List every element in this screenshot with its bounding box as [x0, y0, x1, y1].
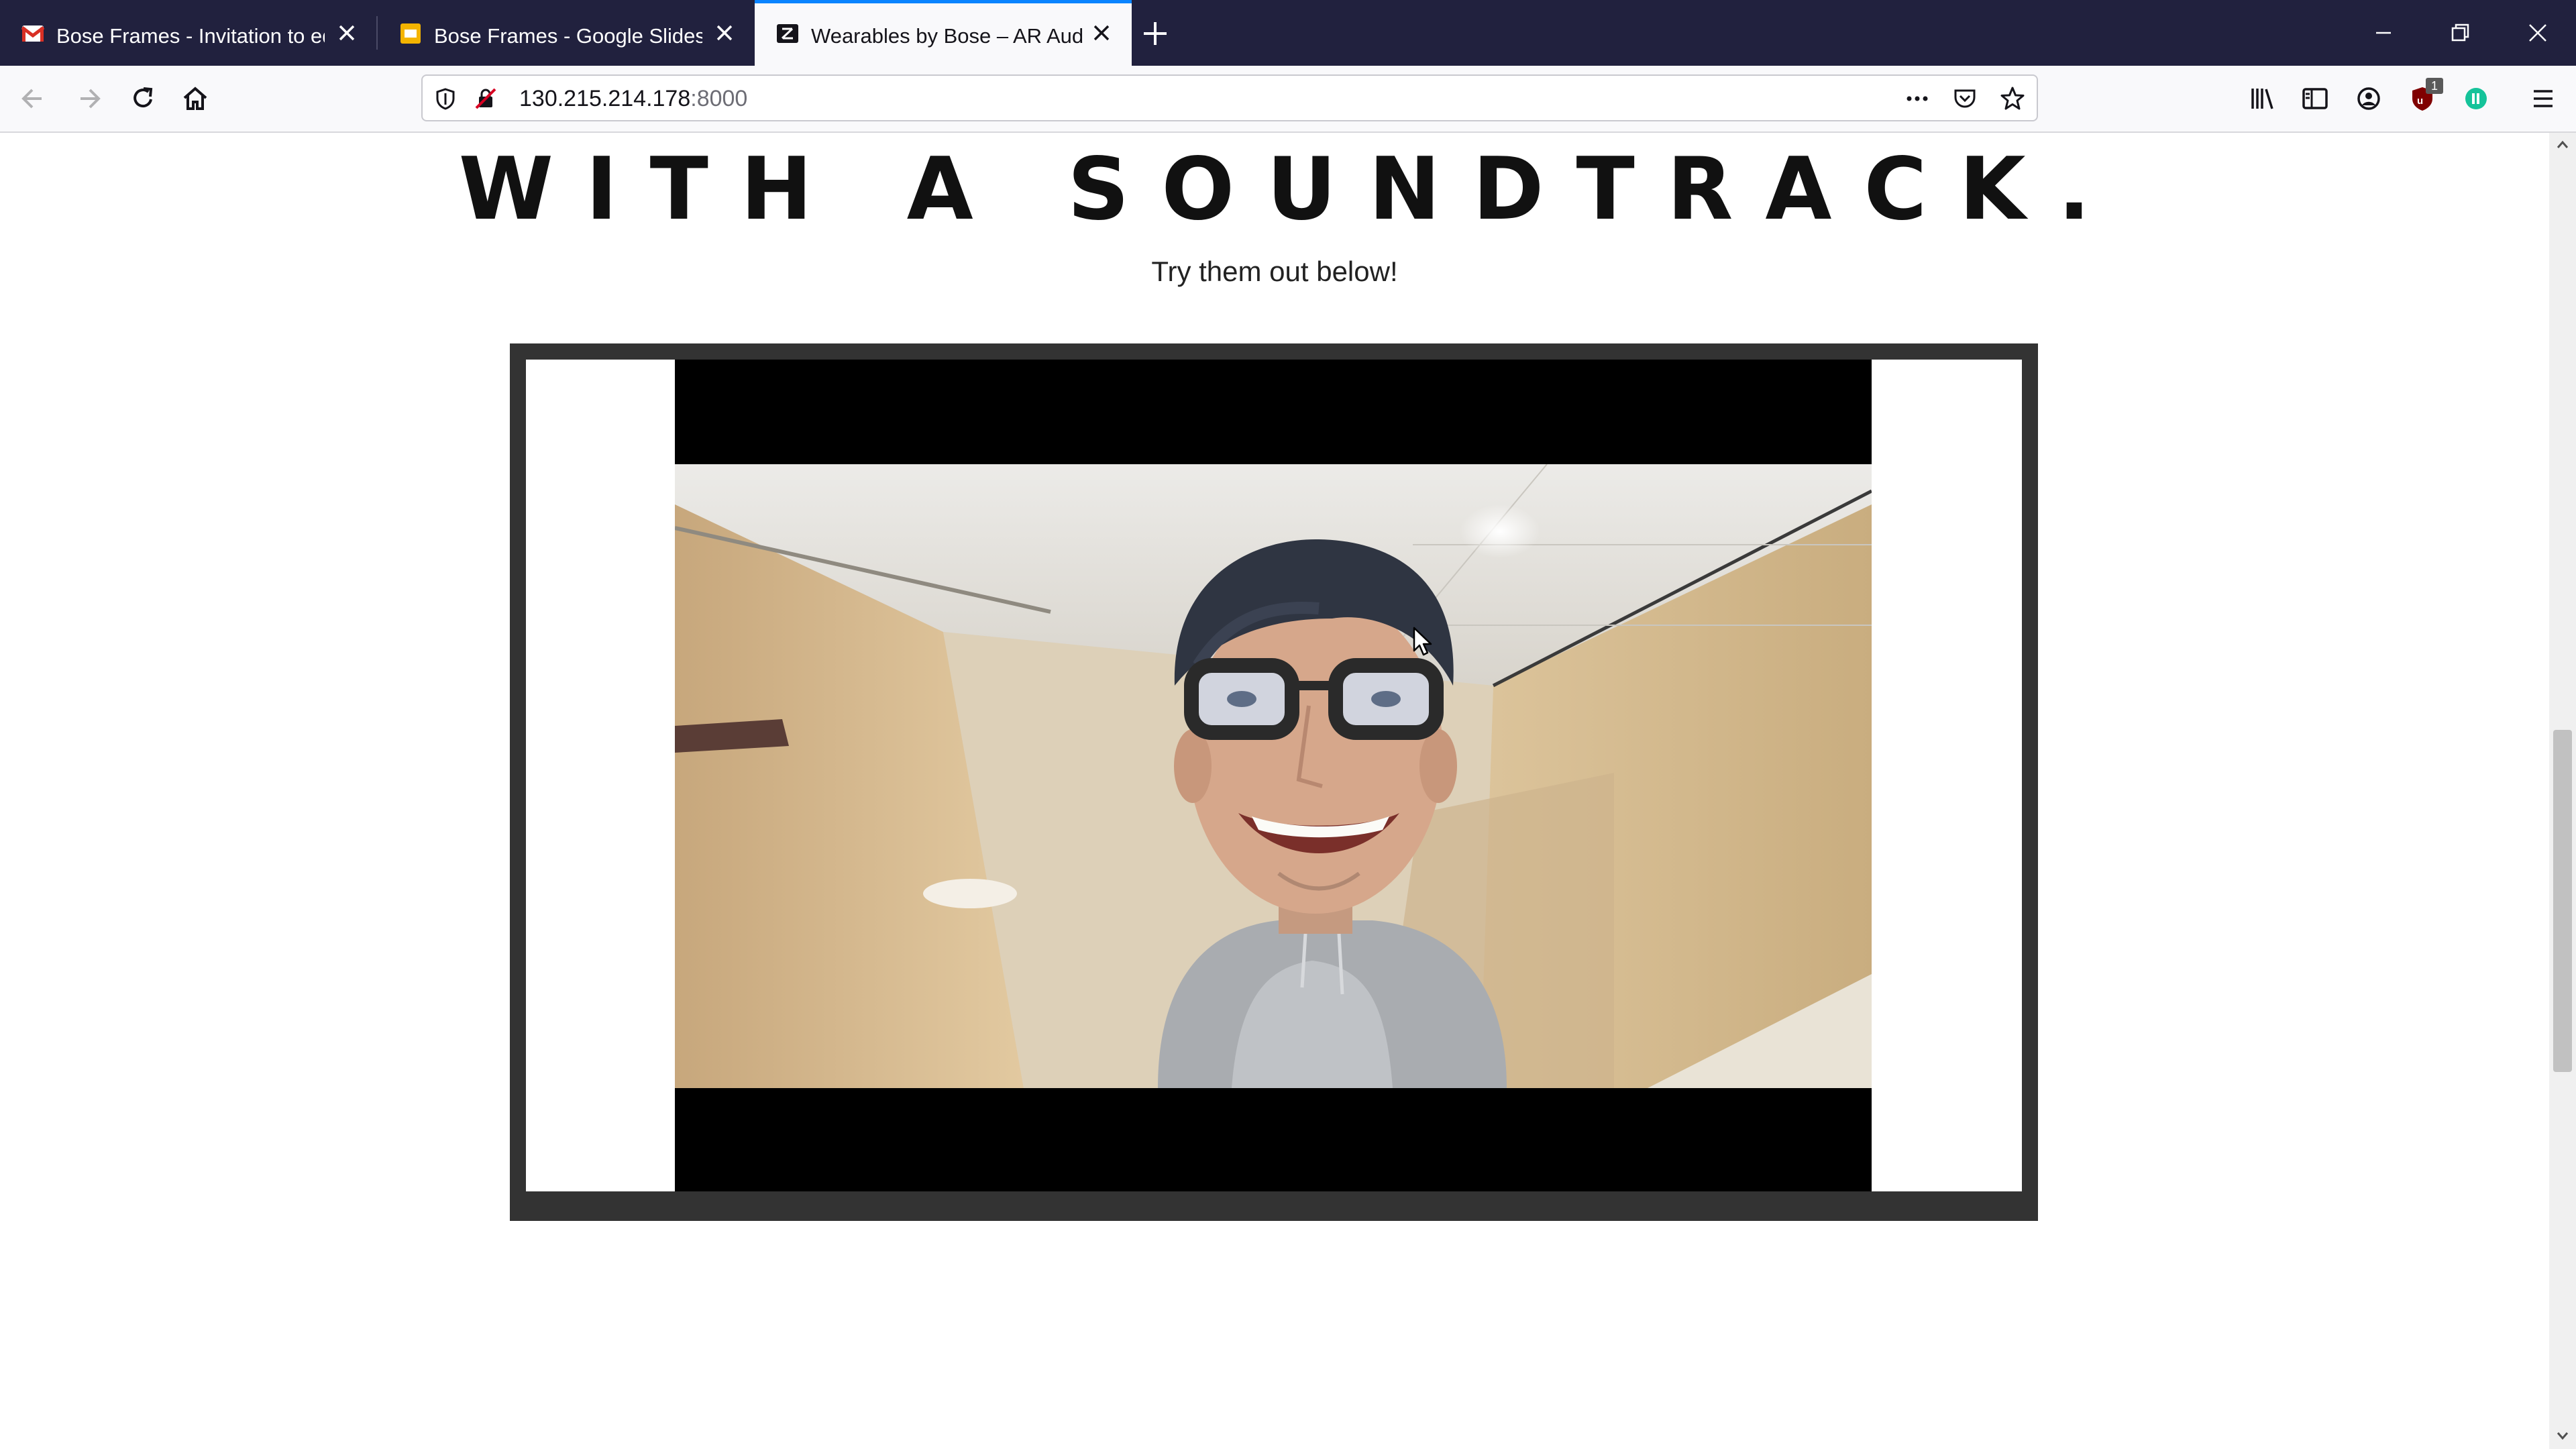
shield-icon[interactable] [433, 87, 458, 111]
account-icon[interactable] [2352, 82, 2385, 115]
close-icon[interactable] [1090, 21, 1113, 44]
tab-gmail[interactable]: Bose Frames - Invitation to edit [0, 0, 376, 66]
navigation-toolbar: 130.215.214.178:8000 u 1 [0, 66, 2576, 133]
tab-wearables-by-bose[interactable]: Wearables by Bose – AR Audio [755, 0, 1132, 66]
page-subtext: Try them out below! [1151, 256, 1398, 287]
extension-badge: 1 [2426, 78, 2443, 94]
svg-text:u: u [2417, 95, 2423, 107]
grammarly-icon[interactable] [2459, 82, 2493, 115]
library-icon[interactable] [2246, 82, 2279, 115]
close-icon[interactable] [335, 21, 358, 44]
reload-icon[interactable] [126, 82, 160, 115]
restore-icon[interactable] [2445, 17, 2475, 48]
insecure-lock-icon[interactable] [474, 87, 498, 111]
back-icon[interactable] [16, 82, 50, 115]
minimize-icon[interactable] [2368, 17, 2399, 48]
tab-title: Bose Frames - Invitation to edit [56, 24, 325, 48]
scrollbar-thumb[interactable] [2553, 730, 2572, 1072]
url-port: :8000 [690, 86, 748, 111]
scroll-up-icon[interactable] [2555, 137, 2571, 153]
new-tab-icon[interactable] [1142, 20, 1169, 47]
url-host: 130.215.214.178 [519, 86, 691, 111]
video-frame [510, 343, 2038, 1221]
menu-icon[interactable] [2526, 82, 2560, 115]
sidebar-icon[interactable] [2298, 82, 2332, 115]
home-icon[interactable] [178, 82, 212, 115]
mouse-cursor-icon [1413, 627, 1432, 656]
tab-google-slides[interactable]: Bose Frames - Google Slides [378, 0, 753, 66]
page-heading: WITH A SOUNDTRACK. [458, 140, 2123, 239]
forward-icon[interactable] [72, 82, 106, 115]
page-actions-icon[interactable] [1904, 87, 1931, 111]
close-icon[interactable] [713, 21, 736, 44]
address-bar[interactable]: 130.215.214.178:8000 [421, 74, 2038, 121]
webcam-feed-image [675, 464, 1872, 1088]
ublock-extension-button[interactable]: u 1 [2406, 78, 2443, 115]
webcam-video[interactable] [675, 360, 1872, 1191]
google-slides-icon [400, 23, 421, 44]
gmail-icon [21, 25, 44, 42]
url-text[interactable]: 130.215.214.178:8000 [519, 85, 747, 112]
tab-bar: Bose Frames - Invitation to edit Bose Fr… [0, 0, 2576, 66]
bookmark-star-icon[interactable] [1999, 85, 2026, 112]
pocket-icon[interactable] [1952, 86, 1978, 111]
page-content: WITH A SOUNDTRACK. Try them out below! [0, 133, 2549, 1449]
page-scrollbar[interactable] [2549, 133, 2576, 1449]
scroll-down-icon[interactable] [2555, 1428, 2571, 1444]
tab-title: Bose Frames - Google Slides [434, 24, 702, 48]
bose-icon [777, 24, 798, 43]
video-container [526, 360, 2022, 1191]
close-window-icon[interactable] [2522, 17, 2553, 48]
tab-title: Wearables by Bose – AR Audio [811, 24, 1083, 48]
